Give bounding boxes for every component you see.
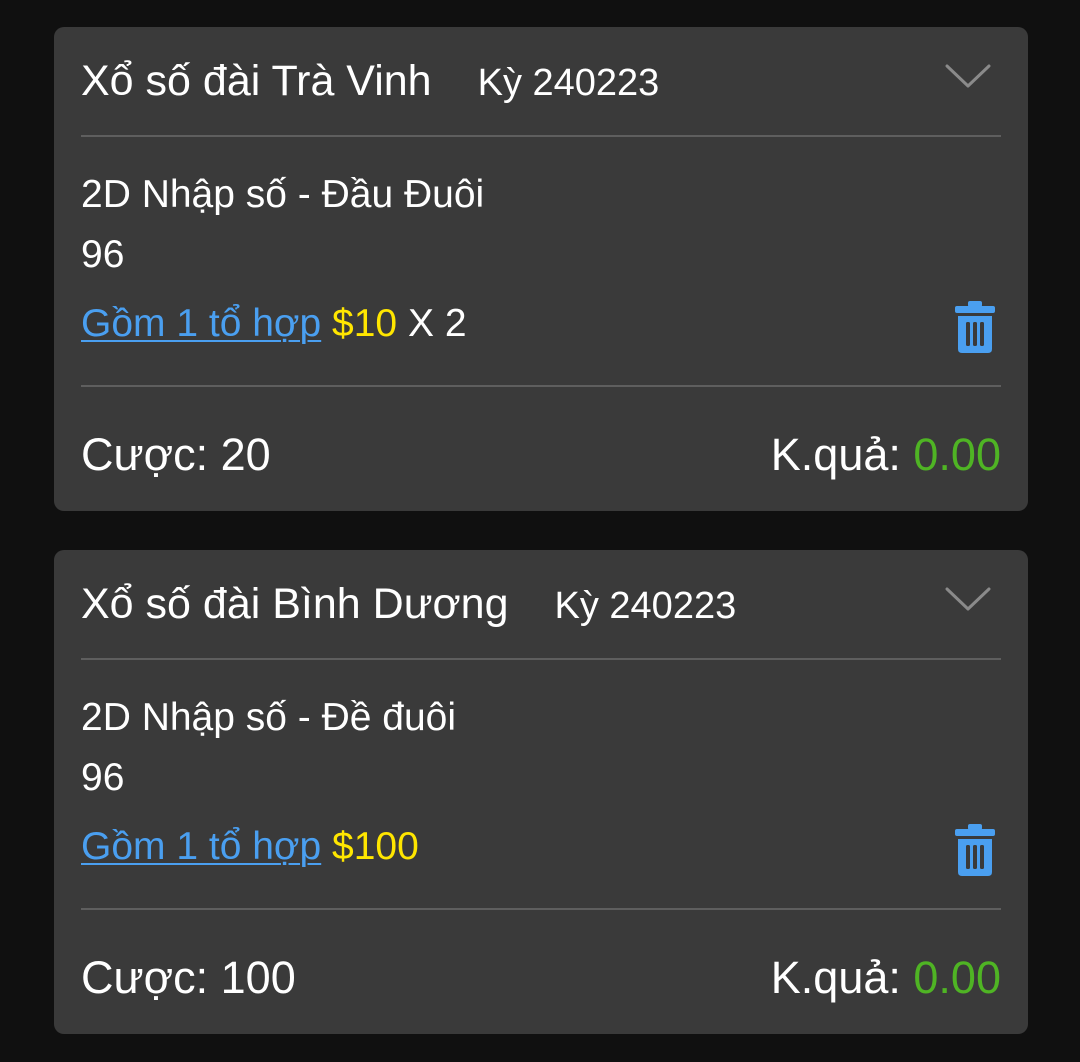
card-body: 2D Nhập số - Đề đuôi 96 Gồm 1 tổ hợp $10… bbox=[81, 660, 1001, 910]
card-body: 2D Nhập số - Đầu Đuôi 96 Gồm 1 tổ hợp $1… bbox=[81, 137, 1001, 387]
result: K.quả: 0.00 bbox=[771, 950, 1001, 1006]
stake-value: 100 bbox=[220, 952, 296, 1003]
draw-period: Kỳ 240223 bbox=[554, 585, 737, 627]
stake-label: Cược: bbox=[81, 429, 209, 480]
bet-multiplier: X 2 bbox=[407, 302, 467, 345]
trash-icon[interactable] bbox=[955, 301, 995, 353]
result-label: K.quả: bbox=[770, 429, 901, 480]
result: K.quả: 0.00 bbox=[771, 427, 1001, 483]
combination-link[interactable]: Gồm 1 tổ hợp bbox=[81, 825, 321, 868]
card-header[interactable]: Xổ số đài Bình Dương Kỳ 240223 bbox=[81, 550, 1001, 660]
card-header[interactable]: Xổ số đài Trà Vinh Kỳ 240223 bbox=[81, 27, 1001, 137]
bet-card: Xổ số đài Bình Dương Kỳ 240223 2D Nhập số… bbox=[54, 550, 1028, 1034]
chevron-down-icon[interactable] bbox=[945, 586, 991, 612]
bet-card: Xổ số đài Trà Vinh Kỳ 240223 2D Nhập số -… bbox=[54, 27, 1028, 511]
bet-amount: $10 bbox=[332, 302, 398, 345]
stake-value: 20 bbox=[220, 429, 271, 480]
card-title: Xổ số đài Bình Dương Kỳ 240223 bbox=[81, 578, 736, 632]
trash-icon[interactable] bbox=[955, 824, 995, 876]
lottery-name: Xổ số đài Bình Dương bbox=[81, 580, 509, 628]
chevron-down-icon[interactable] bbox=[945, 63, 991, 89]
combination-link[interactable]: Gồm 1 tổ hợp bbox=[81, 302, 321, 345]
card-title: Xổ số đài Trà Vinh Kỳ 240223 bbox=[81, 55, 659, 109]
bet-amount: $100 bbox=[332, 825, 419, 868]
draw-period: Kỳ 240223 bbox=[477, 62, 660, 104]
combo-line: Gồm 1 tổ hợp $100 bbox=[81, 823, 419, 871]
result-value: 0.00 bbox=[913, 952, 1001, 1003]
bet-numbers: 96 bbox=[81, 756, 125, 799]
stake: Cược: 100 bbox=[81, 950, 296, 1006]
bet-type: 2D Nhập số - Đề đuôi bbox=[81, 696, 457, 739]
lottery-name: Xổ số đài Trà Vinh bbox=[81, 57, 432, 105]
bet-type: 2D Nhập số - Đầu Đuôi bbox=[81, 173, 485, 216]
stake-label: Cược: bbox=[81, 952, 209, 1003]
combo-line: Gồm 1 tổ hợp $10 X 2 bbox=[81, 300, 467, 348]
bet-numbers: 96 bbox=[81, 233, 125, 276]
result-value: 0.00 bbox=[913, 429, 1001, 480]
result-label: K.quả: bbox=[770, 952, 901, 1003]
stake: Cược: 20 bbox=[81, 427, 271, 483]
